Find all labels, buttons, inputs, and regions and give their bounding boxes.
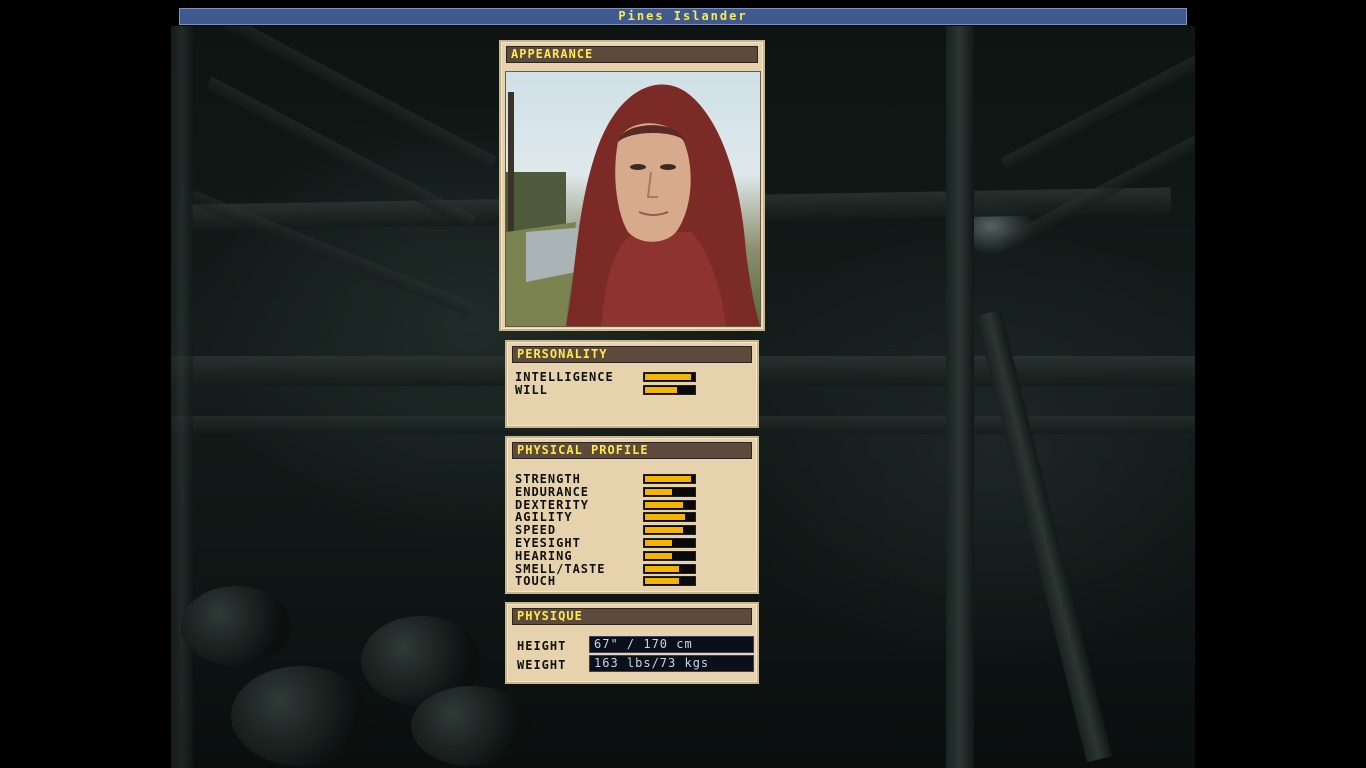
window-title-bar: Pines Islander [179,8,1187,25]
wood-plank [225,26,497,170]
stat-label: DEXTERITY [515,497,590,512]
stat-bar-fill [645,527,683,534]
stat-label: SMELL/TASTE [515,561,606,576]
physical-profile-heading: PHYSICAL PROFILE [512,442,752,459]
hooded-figure-image [506,84,760,326]
stat-bar-fill [645,514,685,521]
weight-value: 163 lbs/73 kgs [589,655,754,672]
stat-label: STRENGTH [515,472,581,486]
stat-label: HEARING [515,548,573,563]
stat-label: EYESIGHT [515,536,581,550]
stat-bar-fill [645,387,677,393]
personality-heading: PERSONALITY [512,346,752,363]
stat-bar [643,538,696,548]
appearance-panel: APPEARANCE [499,40,765,331]
stat-label: SPEED [515,523,557,538]
stat-bar [643,499,696,510]
stat-bar [643,372,696,382]
stone [181,586,291,666]
stat-bar-fill [645,552,672,559]
physique-heading: PHYSIQUE [512,608,752,625]
stat-label: AGILITY [515,510,573,525]
window-title: Pines Islander [618,9,748,23]
stat-bar-fill [645,501,683,508]
stat-bar [643,525,696,536]
stat-label: WILL [515,383,548,397]
stat-bar [643,486,696,497]
personality-panel: PERSONALITY INTELLIGENCE WILL [505,340,759,428]
stone [231,666,371,766]
stat-bar-fill [645,488,672,495]
stone [411,686,531,766]
character-portrait [505,71,761,327]
stat-bar [643,576,696,587]
wood-post [946,26,974,768]
stat-bar-fill [645,476,691,482]
stat-bar [643,512,696,523]
stat-bar [643,385,696,395]
stat-bar-fill [645,565,679,572]
stat-label: TOUCH [515,574,557,589]
stat-label: ENDURANCE [515,484,590,499]
physique-panel: PHYSIQUE HEIGHT 67" / 170 cm WEIGHT 163 … [505,602,759,684]
stat-bar-fill [645,578,679,585]
physical-profile-panel: PHYSICAL PROFILE STRENGTH ENDURANCE DEXTER… [505,436,759,594]
wood-post [171,26,193,768]
height-value: 67" / 170 cm [589,636,754,653]
height-label: HEIGHT [517,639,567,653]
stat-label: INTELLIGENCE [515,370,614,384]
stat-bar [643,474,696,484]
stat-bar-fill [645,540,672,546]
weight-label: WEIGHT [517,658,567,672]
stat-bar [643,550,696,561]
stat-bar [643,563,696,574]
appearance-heading: APPEARANCE [506,46,758,63]
stat-bar-fill [645,374,691,380]
